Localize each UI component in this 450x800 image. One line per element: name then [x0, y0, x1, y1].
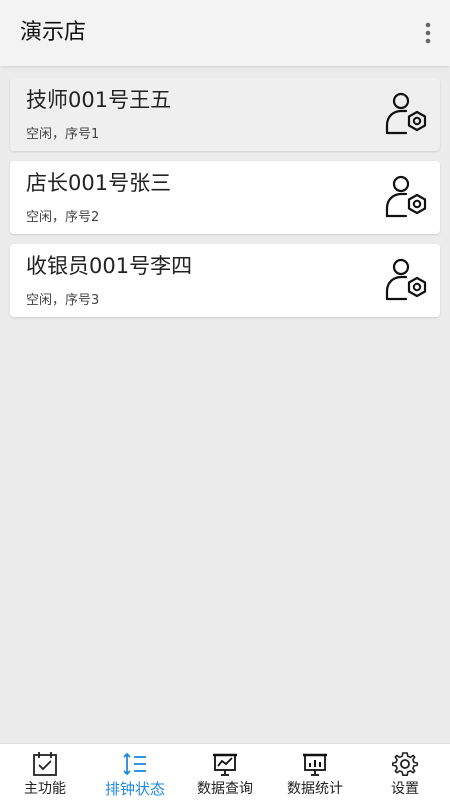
nav-item-main[interactable]: 主功能: [0, 744, 90, 800]
calendar-check-icon: [33, 752, 57, 776]
staff-list: 技师001号王五 空闲，序号1 店长001号张三 空闲，序号2 收银员001号李…: [10, 78, 440, 327]
nav-label: 数据查询: [197, 781, 253, 797]
app-bar: 演示店: [0, 0, 450, 66]
page-title: 演示店: [20, 20, 87, 45]
nav-label: 排钟状态: [104, 780, 165, 798]
presentation-chart-icon: [213, 753, 237, 776]
nav-item-data-statistics[interactable]: 数据统计: [270, 744, 360, 800]
user-settings-icon[interactable]: [384, 91, 430, 137]
staff-card[interactable]: 收银员001号李四 空闲，序号3: [10, 244, 440, 317]
staff-name: 技师001号王五: [26, 88, 172, 112]
nav-item-queue-status[interactable]: 排钟状态: [90, 744, 180, 800]
staff-status: 空闲，序号1: [26, 127, 100, 142]
more-vert-icon: [425, 22, 431, 44]
nav-label: 数据统计: [287, 781, 343, 797]
overflow-menu-button[interactable]: [418, 18, 438, 48]
bottom-nav: 主功能 排钟状态 数据查询 数据统计 设置: [0, 743, 450, 800]
sort-list-icon: [123, 752, 146, 776]
nav-item-data-query[interactable]: 数据查询: [180, 744, 270, 800]
staff-card[interactable]: 店长001号张三 空闲，序号2: [10, 161, 440, 234]
staff-name: 店长001号张三: [26, 171, 172, 195]
user-settings-icon[interactable]: [384, 174, 430, 220]
presentation-chart-icon: [303, 753, 327, 776]
staff-status: 空闲，序号2: [26, 210, 100, 225]
nav-item-settings[interactable]: 设置: [360, 744, 450, 800]
nav-label: 主功能: [24, 781, 66, 797]
staff-card[interactable]: 技师001号王五 空闲，序号1: [10, 78, 440, 151]
nav-label: 设置: [391, 781, 419, 797]
staff-name: 收银员001号李四: [26, 254, 193, 278]
gear-icon: [392, 752, 418, 776]
user-settings-icon[interactable]: [384, 257, 430, 303]
staff-status: 空闲，序号3: [26, 293, 100, 308]
